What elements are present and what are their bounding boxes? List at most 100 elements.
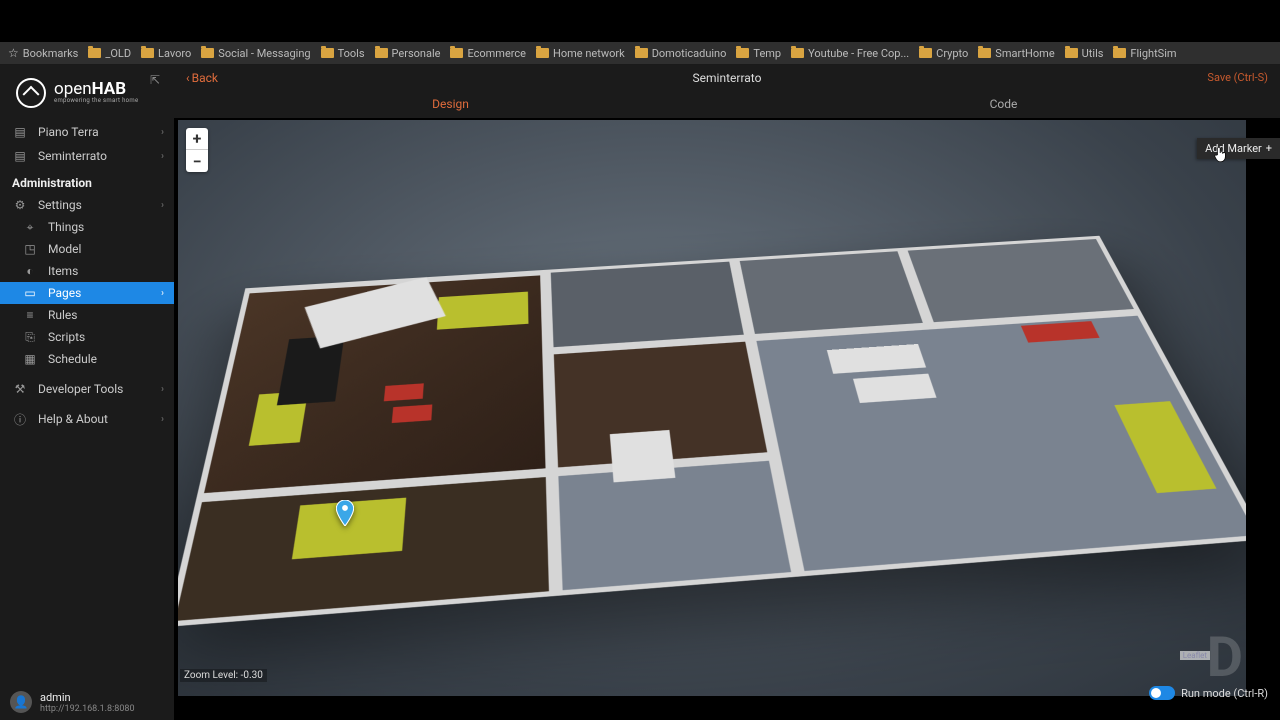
bookmark-label: FlightSim bbox=[1130, 47, 1176, 60]
display-icon: ▭ bbox=[22, 286, 38, 300]
bookmark-item[interactable]: Tools bbox=[321, 47, 365, 60]
bookmark-item[interactable]: Youtube - Free Cop... bbox=[791, 47, 909, 60]
cube-icon: ◳ bbox=[22, 242, 38, 256]
canvas-area: + − Leaflet Add Marker + Zoom Level: -0.… bbox=[174, 118, 1280, 720]
back-button[interactable]: ‹ Back bbox=[186, 71, 218, 85]
layers-icon: ▤ bbox=[12, 149, 28, 163]
bookmark-item[interactable]: _OLD bbox=[88, 47, 131, 60]
bookmark-label: Youtube - Free Cop... bbox=[808, 47, 909, 60]
sidebar: openHAB empowering the smart home ⇱ ▤ Pi… bbox=[0, 65, 174, 720]
bookmarks-bar: ☆ Bookmarks _OLD Lavoro Social - Messagin… bbox=[0, 42, 1280, 65]
star-icon: ☆ bbox=[8, 46, 19, 60]
folder-icon bbox=[141, 48, 154, 58]
bookmark-label: Utils bbox=[1082, 47, 1104, 60]
add-marker-label: Add Marker bbox=[1205, 142, 1262, 155]
save-button[interactable]: Save (Ctrl-S) bbox=[1207, 71, 1268, 84]
chevron-right-icon: › bbox=[161, 414, 164, 425]
tab-design[interactable]: Design bbox=[174, 90, 727, 118]
tab-code[interactable]: Code bbox=[727, 90, 1280, 118]
bookmark-label: Ecommerce bbox=[467, 47, 526, 60]
folder-icon bbox=[919, 48, 932, 58]
logo-area: openHAB empowering the smart home ⇱ bbox=[0, 65, 174, 120]
info-icon: ⓘ bbox=[12, 411, 28, 428]
nav-label: Piano Terra bbox=[38, 125, 99, 139]
sidebar-floor-piano-terra[interactable]: ▤ Piano Terra › bbox=[0, 120, 174, 144]
sidebar-item-model[interactable]: ◳ Model bbox=[0, 238, 174, 260]
nav-label: Schedule bbox=[48, 352, 97, 366]
sidebar-item-items[interactable]: ◐ Items bbox=[0, 260, 174, 282]
zoom-controls: + − bbox=[186, 128, 208, 172]
bookmark-item[interactable]: Temp bbox=[736, 47, 781, 60]
run-mode-label: Run mode (Ctrl-R) bbox=[1181, 687, 1268, 700]
zoom-out-button[interactable]: − bbox=[186, 150, 208, 172]
sidebar-item-things[interactable]: ⌖ Things bbox=[0, 216, 174, 238]
nav-label: Items bbox=[48, 264, 78, 278]
main-content: ‹ Back Seminterrato Save (Ctrl-S) Design… bbox=[174, 65, 1280, 720]
sidebar-item-settings[interactable]: ⚙ Settings › bbox=[0, 194, 174, 216]
chevron-left-icon: ‹ bbox=[186, 71, 190, 85]
bookmark-item[interactable]: FlightSim bbox=[1113, 47, 1176, 60]
sidebar-item-pages[interactable]: ▭ Pages › bbox=[0, 282, 174, 304]
bookmark-item[interactable]: Lavoro bbox=[141, 47, 191, 60]
wrench-icon: ⚒ bbox=[12, 382, 28, 396]
bookmark-label: Social - Messaging bbox=[218, 47, 310, 60]
run-mode-toggle[interactable] bbox=[1149, 686, 1175, 700]
floorplan-canvas[interactable]: + − Leaflet bbox=[178, 120, 1246, 696]
bookmark-label: Domoticaduino bbox=[652, 47, 727, 60]
tag-icon: ⌖ bbox=[22, 220, 38, 235]
bookmark-item[interactable]: SmartHome bbox=[978, 47, 1054, 60]
bookmark-item[interactable]: Home network bbox=[536, 47, 625, 60]
tabs: Design Code bbox=[174, 90, 1280, 118]
zoom-in-button[interactable]: + bbox=[186, 128, 208, 150]
bookmark-item[interactable]: Ecommerce bbox=[450, 47, 526, 60]
chevron-right-icon: › bbox=[161, 384, 164, 395]
sidebar-item-rules[interactable]: ≡ Rules bbox=[0, 304, 174, 326]
folder-icon bbox=[978, 48, 991, 58]
chevron-right-icon: › bbox=[161, 200, 164, 211]
sidebar-floor-seminterrato[interactable]: ▤ Seminterrato › bbox=[0, 144, 174, 168]
zoom-level-label: Zoom Level: -0.30 bbox=[180, 669, 267, 682]
bookmark-item[interactable]: Personale bbox=[375, 47, 441, 60]
nav-label: Model bbox=[48, 242, 81, 256]
bookmark-label: _OLD bbox=[105, 47, 131, 60]
bookmark-label: Crypto bbox=[936, 47, 968, 60]
folder-icon bbox=[450, 48, 463, 58]
folder-icon bbox=[1113, 48, 1126, 58]
nav-label: Help & About bbox=[38, 412, 108, 426]
logo-brand-a: open bbox=[54, 79, 92, 99]
bookmark-item[interactable]: Social - Messaging bbox=[201, 47, 310, 60]
folder-icon bbox=[635, 48, 648, 58]
nav-label: Pages bbox=[48, 286, 81, 300]
folder-icon bbox=[321, 48, 334, 58]
pin-sidebar-button[interactable]: ⇱ bbox=[150, 73, 166, 89]
bookmark-item[interactable]: ☆ Bookmarks bbox=[8, 46, 78, 60]
page-topbar: ‹ Back Seminterrato Save (Ctrl-S) bbox=[174, 65, 1280, 90]
sidebar-item-developer-tools[interactable]: ⚒ Developer Tools › bbox=[0, 378, 174, 400]
bookmark-label: Bookmarks bbox=[23, 47, 79, 60]
user-row[interactable]: 👤 admin http://192.168.1.8:8080 bbox=[0, 684, 174, 720]
chevron-right-icon: › bbox=[161, 151, 164, 162]
bookmark-label: SmartHome bbox=[995, 47, 1054, 60]
bookmark-item[interactable]: Domoticaduino bbox=[635, 47, 727, 60]
bookmark-item[interactable]: Crypto bbox=[919, 47, 968, 60]
sidebar-item-help-about[interactable]: ⓘ Help & About › bbox=[0, 408, 174, 430]
folder-icon bbox=[791, 48, 804, 58]
chevron-right-icon: › bbox=[161, 127, 164, 138]
bookmark-item[interactable]: Utils bbox=[1065, 47, 1104, 60]
add-marker-button[interactable]: Add Marker + bbox=[1197, 138, 1280, 159]
sidebar-item-schedule[interactable]: ▦ Schedule bbox=[0, 348, 174, 370]
nav-label: Rules bbox=[48, 308, 77, 322]
gear-icon: ⚙ bbox=[12, 198, 28, 212]
bookmark-label: Tools bbox=[338, 47, 365, 60]
user-url: http://192.168.1.8:8080 bbox=[40, 704, 135, 714]
chevron-right-icon: › bbox=[161, 288, 164, 299]
rules-icon: ≡ bbox=[22, 308, 38, 322]
folder-icon bbox=[88, 48, 101, 58]
leaflet-attribution[interactable]: Leaflet bbox=[1180, 651, 1210, 660]
map-marker[interactable] bbox=[336, 500, 354, 526]
user-name: admin bbox=[40, 691, 135, 704]
logo[interactable]: openHAB empowering the smart home bbox=[16, 78, 138, 108]
nav-label: Scripts bbox=[48, 330, 85, 344]
bookmark-label: Lavoro bbox=[158, 47, 191, 60]
sidebar-item-scripts[interactable]: ⎘ Scripts bbox=[0, 326, 174, 348]
